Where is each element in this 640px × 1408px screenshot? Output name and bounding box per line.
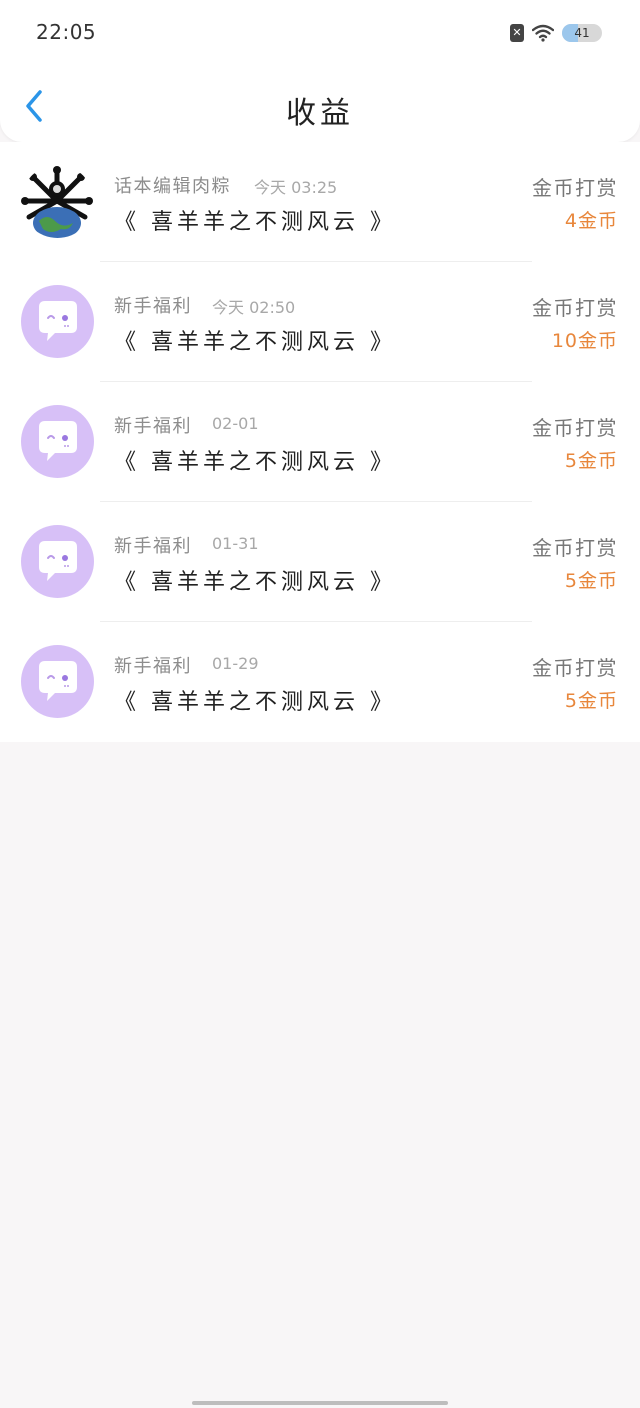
work-title: 《 喜羊羊之不测风云 》	[114, 210, 396, 235]
status-time: 22:05	[36, 20, 97, 44]
list-item[interactable]: 新手福利 01-29 《 喜羊羊之不测风云 》 金币打赏 5金币	[0, 622, 640, 742]
list-item[interactable]: 新手福利 02-01 《 喜羊羊之不测风云 》 金币打赏 5金币	[0, 382, 640, 502]
item-time: 今天 03:25	[254, 178, 338, 197]
home-indicator[interactable]	[192, 1401, 448, 1405]
source-name: 新手福利	[114, 656, 192, 677]
source-name: 话本编辑肉粽	[114, 176, 231, 197]
item-time: 01-31	[212, 534, 259, 553]
reward-type: 金币打赏	[532, 656, 618, 680]
chat-bubble-avatar	[21, 525, 94, 598]
reward-type: 金币打赏	[532, 176, 618, 200]
earnings-screen: 22:05 ✕ 41 收益 话本编辑肉粽 今天 03:25 《 喜羊羊之不测风云…	[0, 0, 640, 1408]
reward-amount: 5金币	[564, 570, 618, 592]
sim-off-icon: ✕	[510, 24, 524, 42]
list-item[interactable]: 话本编辑肉粽 今天 03:25 《 喜羊羊之不测风云 》 金币打赏 4金币	[0, 142, 640, 262]
reward-amount: 5金币	[564, 450, 618, 472]
source-name: 新手福利	[114, 296, 192, 317]
editor-avatar	[21, 165, 94, 238]
earnings-list: 话本编辑肉粽 今天 03:25 《 喜羊羊之不测风云 》 金币打赏 4金币 新手…	[0, 142, 640, 742]
status-icons: ✕ 41	[510, 24, 602, 42]
item-time: 02-01	[212, 414, 259, 433]
work-title: 《 喜羊羊之不测风云 》	[114, 570, 396, 595]
work-title: 《 喜羊羊之不测风云 》	[114, 690, 396, 715]
item-time: 01-29	[212, 654, 259, 673]
reward-type: 金币打赏	[532, 416, 618, 440]
work-title: 《 喜羊羊之不测风云 》	[114, 450, 396, 475]
list-item[interactable]: 新手福利 今天 02:50 《 喜羊羊之不测风云 》 金币打赏 10金币	[0, 262, 640, 382]
chat-bubble-avatar	[21, 285, 94, 358]
reward-type: 金币打赏	[532, 536, 618, 560]
reward-amount: 5金币	[564, 690, 618, 712]
list-item[interactable]: 新手福利 01-31 《 喜羊羊之不测风云 》 金币打赏 5金币	[0, 502, 640, 622]
source-name: 新手福利	[114, 536, 192, 557]
page-title: 收益	[286, 96, 354, 131]
battery-icon: 41	[562, 24, 602, 42]
wifi-icon	[532, 24, 554, 42]
reward-type: 金币打赏	[532, 296, 618, 320]
reward-amount: 4金币	[564, 210, 618, 232]
header: 22:05 ✕ 41 收益	[0, 0, 640, 142]
chat-bubble-avatar	[21, 645, 94, 718]
item-time: 今天 02:50	[212, 298, 296, 317]
reward-amount: 10金币	[551, 330, 618, 352]
source-name: 新手福利	[114, 416, 192, 437]
work-title: 《 喜羊羊之不测风云 》	[114, 330, 396, 355]
chat-bubble-avatar	[21, 405, 94, 478]
battery-level-text: 41	[574, 26, 590, 40]
